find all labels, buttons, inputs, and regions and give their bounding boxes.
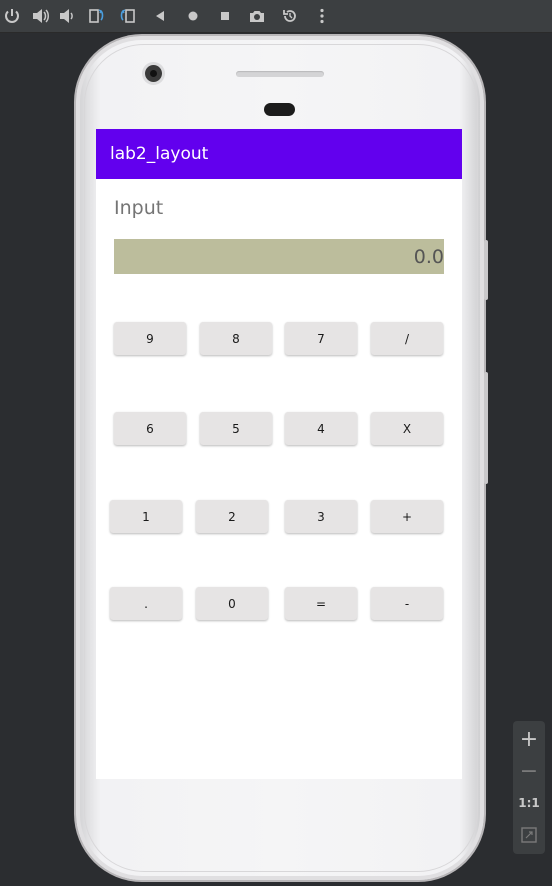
fit-screen-icon[interactable] bbox=[513, 820, 545, 850]
zoom-out-button[interactable]: − bbox=[513, 756, 545, 786]
actual-size-button[interactable]: 1:1 bbox=[513, 788, 545, 818]
volume-side-button bbox=[484, 240, 488, 300]
key-7[interactable]: 7 bbox=[285, 322, 357, 355]
key-3[interactable]: 3 bbox=[285, 500, 357, 533]
front-camera-icon bbox=[145, 65, 162, 82]
key-4[interactable]: 4 bbox=[285, 412, 357, 445]
key-divide[interactable]: / bbox=[371, 322, 443, 355]
overview-icon[interactable] bbox=[214, 5, 236, 27]
key-1[interactable]: 1 bbox=[110, 500, 182, 533]
back-icon[interactable] bbox=[149, 5, 171, 27]
replay-icon[interactable] bbox=[279, 5, 301, 27]
volume-up-icon[interactable] bbox=[29, 5, 51, 27]
rotate-right-icon[interactable] bbox=[117, 5, 139, 27]
earpiece-speaker bbox=[236, 71, 324, 77]
key-plus[interactable]: + bbox=[371, 500, 443, 533]
power-side-button bbox=[484, 372, 488, 484]
key-9[interactable]: 9 bbox=[114, 322, 186, 355]
input-label: Input bbox=[114, 197, 164, 219]
rotate-left-icon[interactable] bbox=[85, 5, 107, 27]
app-title: lab2_layout bbox=[110, 144, 209, 164]
key-equals[interactable]: = bbox=[285, 587, 357, 620]
key-decimal[interactable]: . bbox=[110, 587, 182, 620]
key-6[interactable]: 6 bbox=[114, 412, 186, 445]
zoom-in-button[interactable]: + bbox=[513, 724, 545, 754]
result-display: 0.0 bbox=[114, 239, 444, 274]
volume-down-icon[interactable] bbox=[56, 5, 78, 27]
zoom-panel: + − 1:1 bbox=[513, 721, 545, 854]
home-icon[interactable] bbox=[182, 5, 204, 27]
key-0[interactable]: 0 bbox=[196, 587, 268, 620]
app-bar: lab2_layout bbox=[96, 129, 462, 179]
camera-icon[interactable] bbox=[246, 5, 268, 27]
key-5[interactable]: 5 bbox=[200, 412, 272, 445]
power-icon[interactable] bbox=[1, 5, 23, 27]
key-2[interactable]: 2 bbox=[196, 500, 268, 533]
display-value: 0.0 bbox=[413, 246, 444, 268]
device-screen: lab2_layout Input 0.0 9 8 7 / 6 5 4 X 1 … bbox=[96, 129, 462, 779]
key-8[interactable]: 8 bbox=[200, 322, 272, 355]
key-multiply[interactable]: X bbox=[371, 412, 443, 445]
emulator-toolbar bbox=[0, 0, 552, 33]
key-minus[interactable]: - bbox=[371, 587, 443, 620]
proximity-sensor bbox=[264, 103, 295, 116]
more-icon[interactable] bbox=[311, 5, 333, 27]
